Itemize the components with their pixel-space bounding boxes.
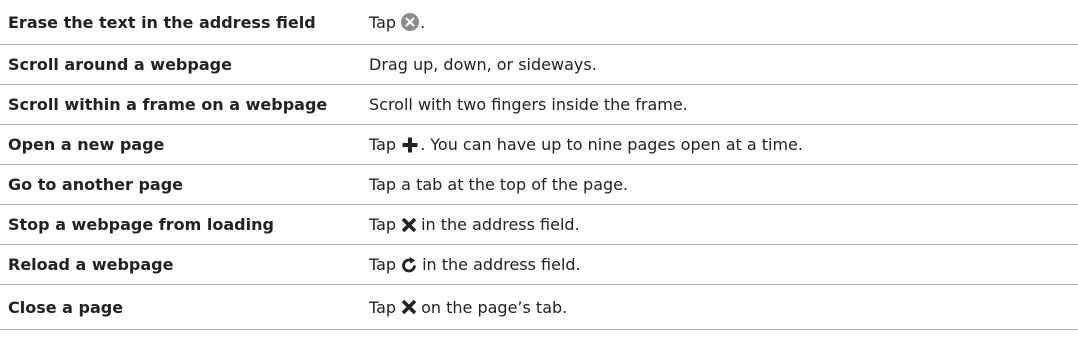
action-text: Drag up, down, or sideways. xyxy=(369,55,597,74)
task-label: Close a page xyxy=(8,297,124,317)
close-x-icon xyxy=(401,299,417,315)
task-label: Go to another page xyxy=(8,175,183,194)
close-x-icon xyxy=(401,217,417,233)
table-row: Stop a webpage from loading Tap in the a… xyxy=(0,205,1078,245)
action-text: Tap xyxy=(369,255,397,274)
table-row: Open a new page Tap . You can have up to… xyxy=(0,125,1078,165)
action-text: Tap xyxy=(369,215,397,234)
task-label: Erase the text in the address field xyxy=(8,12,316,32)
action-description: Tap in the address field. xyxy=(369,215,1078,234)
table-row: Close a page Tap on the page’s tab. xyxy=(0,285,1078,330)
action-description: Tap . You can have up to nine pages open… xyxy=(369,135,1078,154)
task-label: Scroll around a webpage xyxy=(8,55,232,74)
plus-icon xyxy=(401,136,419,154)
table-row: Go to another page Tap a tab at the top … xyxy=(0,165,1078,205)
action-text: Tap a tab at the top of the page. xyxy=(369,175,629,194)
task-label: Reload a webpage xyxy=(8,255,174,274)
table-row: Scroll around a webpage Drag up, down, o… xyxy=(0,45,1078,85)
action-text: . You can have up to nine pages open at … xyxy=(420,135,803,154)
action-text: in the address field. xyxy=(421,215,580,234)
gesture-table: Erase the text in the address field Tap … xyxy=(0,0,1078,330)
clear-circle-icon xyxy=(401,13,420,31)
action-text: in the address field. xyxy=(422,255,581,274)
task-label: Open a new page xyxy=(8,135,165,154)
table-row: Reload a webpage Tap in the address fiel… xyxy=(0,245,1078,285)
action-text: Tap xyxy=(369,12,397,32)
action-description: Drag up, down, or sideways. xyxy=(369,55,1078,74)
task-label: Stop a webpage from loading xyxy=(8,215,274,234)
table-row: Scroll within a frame on a webpage Scrol… xyxy=(0,85,1078,125)
action-text: Tap xyxy=(369,135,397,154)
action-description: Tap . xyxy=(369,13,1078,32)
action-description: Tap in the address field. xyxy=(369,255,1078,274)
action-text: Tap xyxy=(369,297,397,317)
reload-icon xyxy=(401,256,418,274)
task-label: Scroll within a frame on a webpage xyxy=(8,95,328,114)
action-text: . xyxy=(420,12,426,32)
action-description: Tap a tab at the top of the page. xyxy=(369,175,1078,194)
table-row: Erase the text in the address field Tap … xyxy=(0,0,1078,45)
action-text: Scroll with two fingers inside the frame… xyxy=(369,95,688,114)
action-text: on the page’s tab. xyxy=(421,297,568,317)
action-description: Scroll with two fingers inside the frame… xyxy=(369,95,1078,114)
action-description: Tap on the page’s tab. xyxy=(369,298,1078,317)
